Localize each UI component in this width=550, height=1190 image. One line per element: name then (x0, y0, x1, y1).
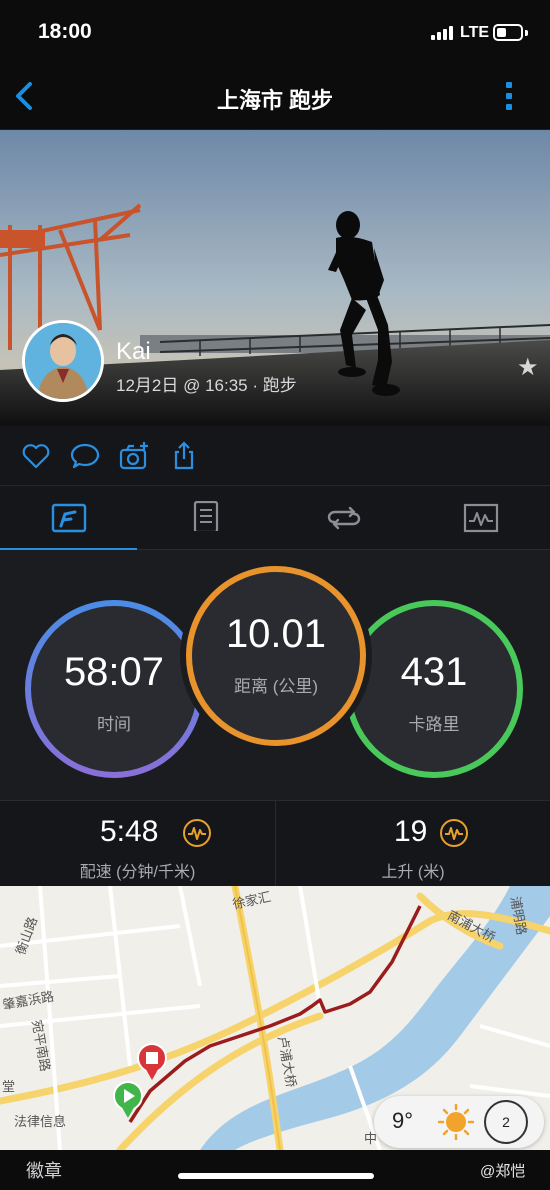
battery-tip (525, 30, 528, 36)
laps-icon (327, 506, 360, 530)
distance-ring: 10.01 距离 (公里) (186, 566, 366, 746)
star-icon: ★ (517, 354, 539, 381)
home-indicator (178, 1173, 374, 1179)
add-photo-icon (119, 442, 148, 470)
wind-indicator: 2 (484, 1100, 528, 1144)
tab-summary[interactable] (0, 486, 138, 551)
action-row (0, 426, 550, 486)
badges-label[interactable]: 徽章 (26, 1157, 62, 1183)
ascent-metric[interactable]: 19 上升 (米) (275, 801, 550, 887)
activity-meta: 12月2日 @ 16:35 · 跑步 (116, 376, 297, 395)
signal-icon (431, 26, 455, 40)
pace-chart-icon (183, 819, 211, 847)
map-label-hall: 堂 (2, 1079, 16, 1094)
map-label-fazheng: 法律信息 (14, 1114, 67, 1129)
pace-metric[interactable]: 5:48 配速 (分钟/千米) (0, 801, 275, 887)
temperature: 9° (392, 1108, 414, 1133)
heart-icon (22, 444, 50, 469)
like-button[interactable] (20, 440, 52, 472)
calories-value: 431 (400, 650, 468, 694)
pace-value: 5:48 (100, 815, 159, 848)
stats-panel: 58:07 时间 431 卡路里 10.01 距离 (公里) (0, 550, 550, 800)
distance-value: 10.01 (225, 612, 327, 656)
charts-icon (464, 503, 499, 533)
ascent-value: 19 (394, 815, 428, 848)
weather-widget[interactable]: 9° 2 (374, 1096, 544, 1148)
comment-icon (70, 443, 100, 469)
favorite-button[interactable]: ★ (517, 356, 541, 380)
more-button[interactable] (498, 78, 520, 114)
user-name[interactable]: Kai (116, 338, 151, 366)
add-photo-button[interactable] (118, 440, 150, 472)
status-time: 18:00 (38, 20, 92, 43)
time-ring: 58:07 时间 (25, 600, 203, 778)
tab-laps[interactable] (275, 486, 413, 550)
details-icon (194, 501, 219, 531)
status-bar: 18:00 LTE (0, 0, 550, 64)
distance-label: 距离 (公里) (233, 677, 319, 696)
ascent-chart-icon (440, 819, 468, 847)
sun-icon (438, 1104, 474, 1140)
page-title: 上海市 跑步 (216, 88, 334, 113)
metrics-row: 5:48 配速 (分钟/千米) 19 上升 (米) (0, 800, 550, 887)
avatar-image (25, 323, 101, 399)
nav-bar: 上海市 跑步 (0, 64, 550, 130)
watermark: @郑恺 (480, 1163, 526, 1180)
comment-button[interactable] (69, 440, 101, 472)
network-label: LTE (460, 24, 490, 41)
calories-label: 卡路里 (408, 715, 460, 734)
pace-label: 配速 (分钟/千米) (79, 864, 196, 881)
share-icon (174, 441, 194, 470)
activity-photo: Kai 12月2日 @ 16:35 · 跑步 ★ (0, 130, 550, 426)
calories-ring: 431 卡路里 (345, 600, 523, 778)
bottom-bar: 徽章 @郑恺 (0, 1150, 550, 1190)
tab-bar (0, 486, 550, 551)
share-button[interactable] (168, 440, 200, 472)
ascent-label: 上升 (米) (381, 864, 445, 881)
tab-charts[interactable] (413, 486, 550, 550)
avatar[interactable] (22, 320, 104, 402)
summary-icon (51, 503, 86, 533)
battery-icon (493, 24, 523, 41)
time-label: 时间 (97, 715, 131, 734)
tab-details[interactable] (138, 486, 276, 550)
time-value: 58:07 (63, 650, 165, 694)
